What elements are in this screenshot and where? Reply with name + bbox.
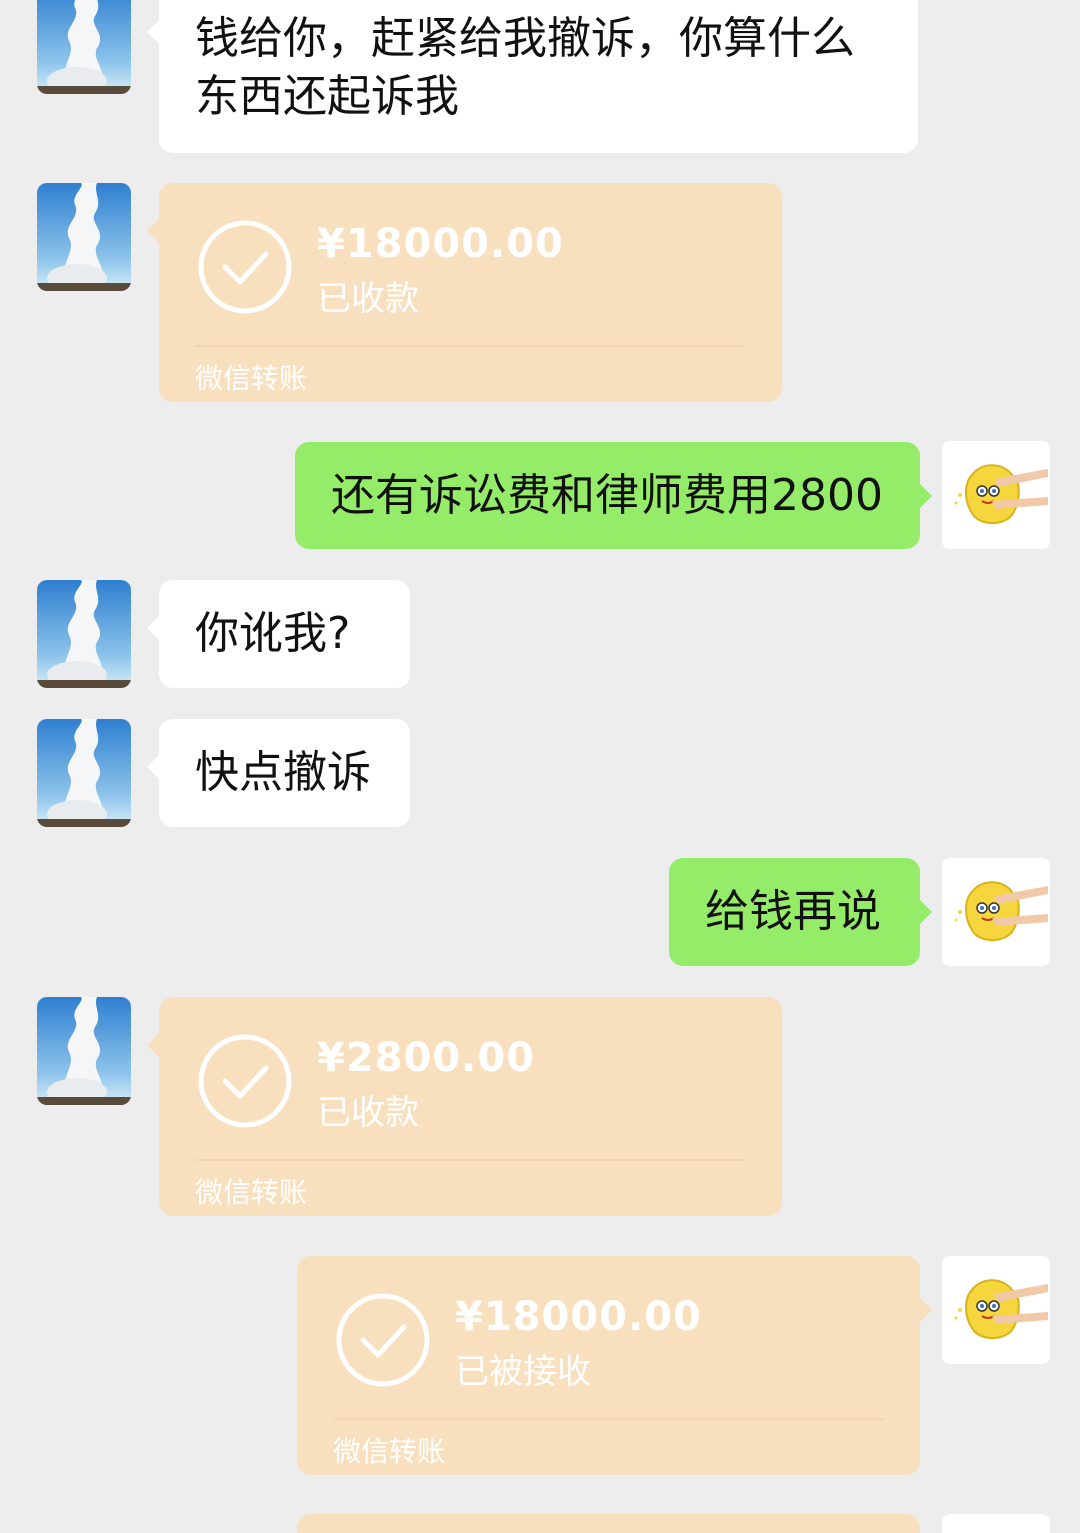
message-bubble[interactable]: 钱给你，赶紧给我撤诉，你算什么东西还起诉我 — [147, 0, 918, 153]
message-bubble[interactable]: 快点撤诉 — [147, 719, 410, 827]
my-avatar-partial[interactable] — [942, 1514, 1050, 1533]
message-text: 还有诉讼费和律师费用2800 — [331, 470, 883, 521]
transfer-footer: 微信转账 — [195, 1176, 308, 1209]
my-avatar[interactable] — [942, 858, 1050, 966]
transfer-status: 已收款 — [317, 1093, 419, 1133]
contact-avatar[interactable] — [37, 997, 131, 1105]
check-circle-icon — [198, 220, 292, 314]
transfer-amount: ¥18000.00 — [317, 221, 564, 267]
contact-avatar[interactable] — [37, 183, 131, 291]
transfer-card-partial[interactable] — [297, 1514, 920, 1533]
transfer-footer: 微信转账 — [195, 362, 308, 395]
check-circle-icon — [336, 1293, 430, 1387]
transfer-card[interactable]: ¥18000.00 已被接收 微信转账 — [297, 1256, 932, 1475]
transfer-status: 已被接收 — [455, 1352, 591, 1392]
transfer-status: 已收款 — [317, 279, 419, 319]
message-text: 钱给你，赶紧给我撤诉，你算什么东西还起诉我 — [195, 13, 855, 122]
message-text: 给钱再说 — [705, 886, 881, 937]
contact-avatar[interactable] — [37, 719, 131, 827]
my-avatar[interactable] — [942, 1256, 1050, 1364]
contact-avatar[interactable] — [37, 0, 131, 94]
transfer-amount: ¥2800.00 — [317, 1035, 536, 1081]
message-bubble[interactable]: 你讹我? — [147, 580, 410, 688]
message-bubble[interactable]: 还有诉讼费和律师费用2800 — [295, 442, 932, 549]
message-bubble[interactable]: 给钱再说 — [669, 858, 932, 966]
my-avatar[interactable] — [942, 441, 1050, 549]
transfer-amount: ¥18000.00 — [455, 1294, 702, 1340]
transfer-footer: 微信转账 — [333, 1435, 446, 1468]
transfer-card[interactable]: ¥2800.00 已收款 微信转账 — [147, 997, 782, 1216]
transfer-card[interactable]: ¥18000.00 已收款 微信转账 — [147, 183, 782, 402]
message-text: 你讹我? — [195, 608, 351, 659]
message-text: 快点撤诉 — [195, 747, 371, 798]
transfer-divider — [333, 1418, 884, 1420]
transfer-divider — [195, 1159, 746, 1161]
check-circle-icon — [198, 1034, 292, 1128]
transfer-divider — [195, 345, 746, 347]
contact-avatar[interactable] — [37, 580, 131, 688]
